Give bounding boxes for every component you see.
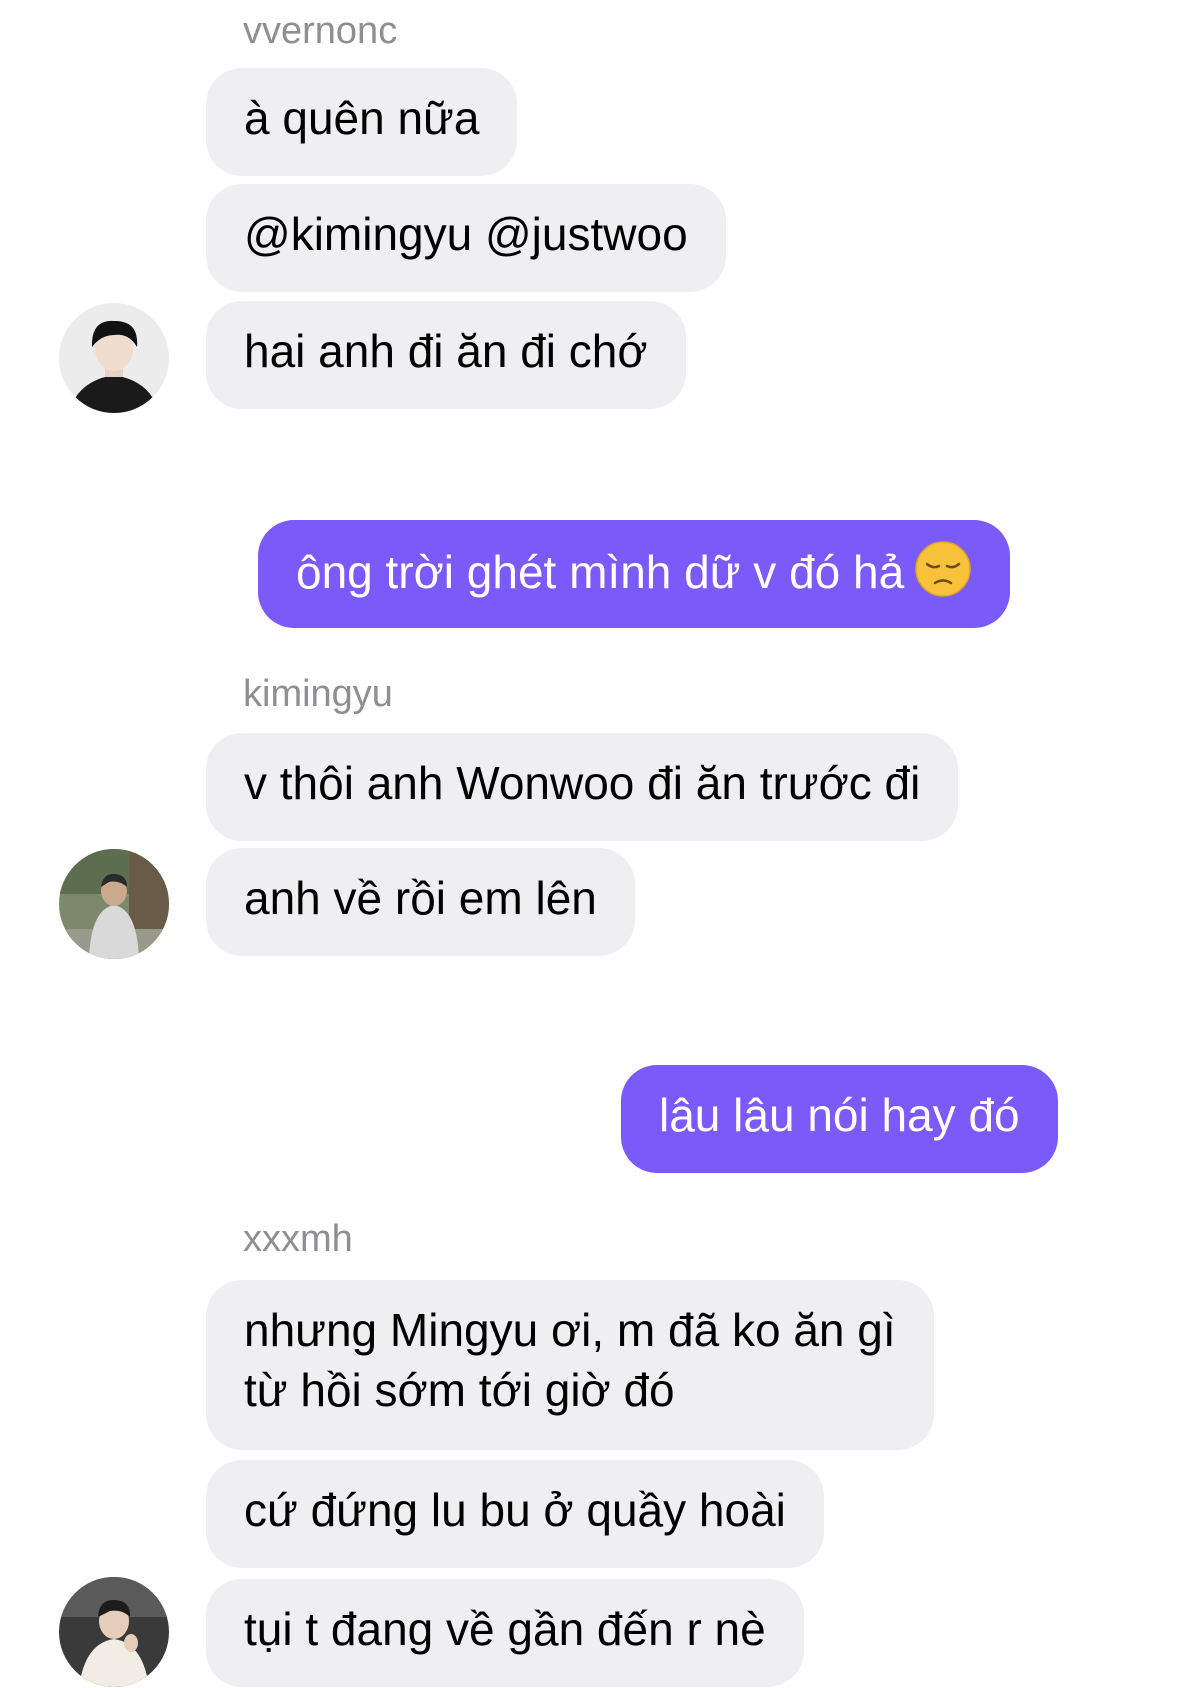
user-avatar-white-sweater-icon[interactable] xyxy=(59,1577,169,1687)
sender-name[interactable]: xxxmh xyxy=(243,1220,353,1258)
message-bubble[interactable]: nhưng Mingyu ơi, m đã ko ăn gì từ hồi sớ… xyxy=(206,1280,934,1450)
message-bubble[interactable]: anh về rồi em lên xyxy=(206,848,635,956)
message-bubble[interactable]: v thôi anh Wonwoo đi ăn trước đi xyxy=(206,733,959,841)
user-avatar-outdoor-hoodie-icon[interactable] xyxy=(59,849,169,959)
user-avatar-dark-hair-icon[interactable] xyxy=(59,303,169,413)
outgoing-message-bubble[interactable]: ông trời ghét mình dữ v đó hả xyxy=(258,520,1011,628)
outgoing-message-text: ông trời ghét mình dữ v đó hả xyxy=(296,546,905,598)
sender-name[interactable]: kimingyu xyxy=(243,675,393,713)
outgoing-message-bubble[interactable]: lâu lâu nói hay đó xyxy=(621,1065,1058,1173)
sender-name[interactable]: vvernonc xyxy=(243,12,397,50)
message-bubble[interactable]: tụi t đang về gần đến r nè xyxy=(206,1579,804,1687)
message-bubble[interactable]: @kimingyu @justwoo xyxy=(206,184,726,292)
message-bubble[interactable]: à quên nữa xyxy=(206,68,518,176)
message-bubble[interactable]: cứ đứng lu bu ở quầy hoài xyxy=(206,1460,824,1568)
message-bubble[interactable]: hai anh đi ăn đi chớ xyxy=(206,301,686,409)
pensive-face-emoji-icon xyxy=(914,540,972,598)
